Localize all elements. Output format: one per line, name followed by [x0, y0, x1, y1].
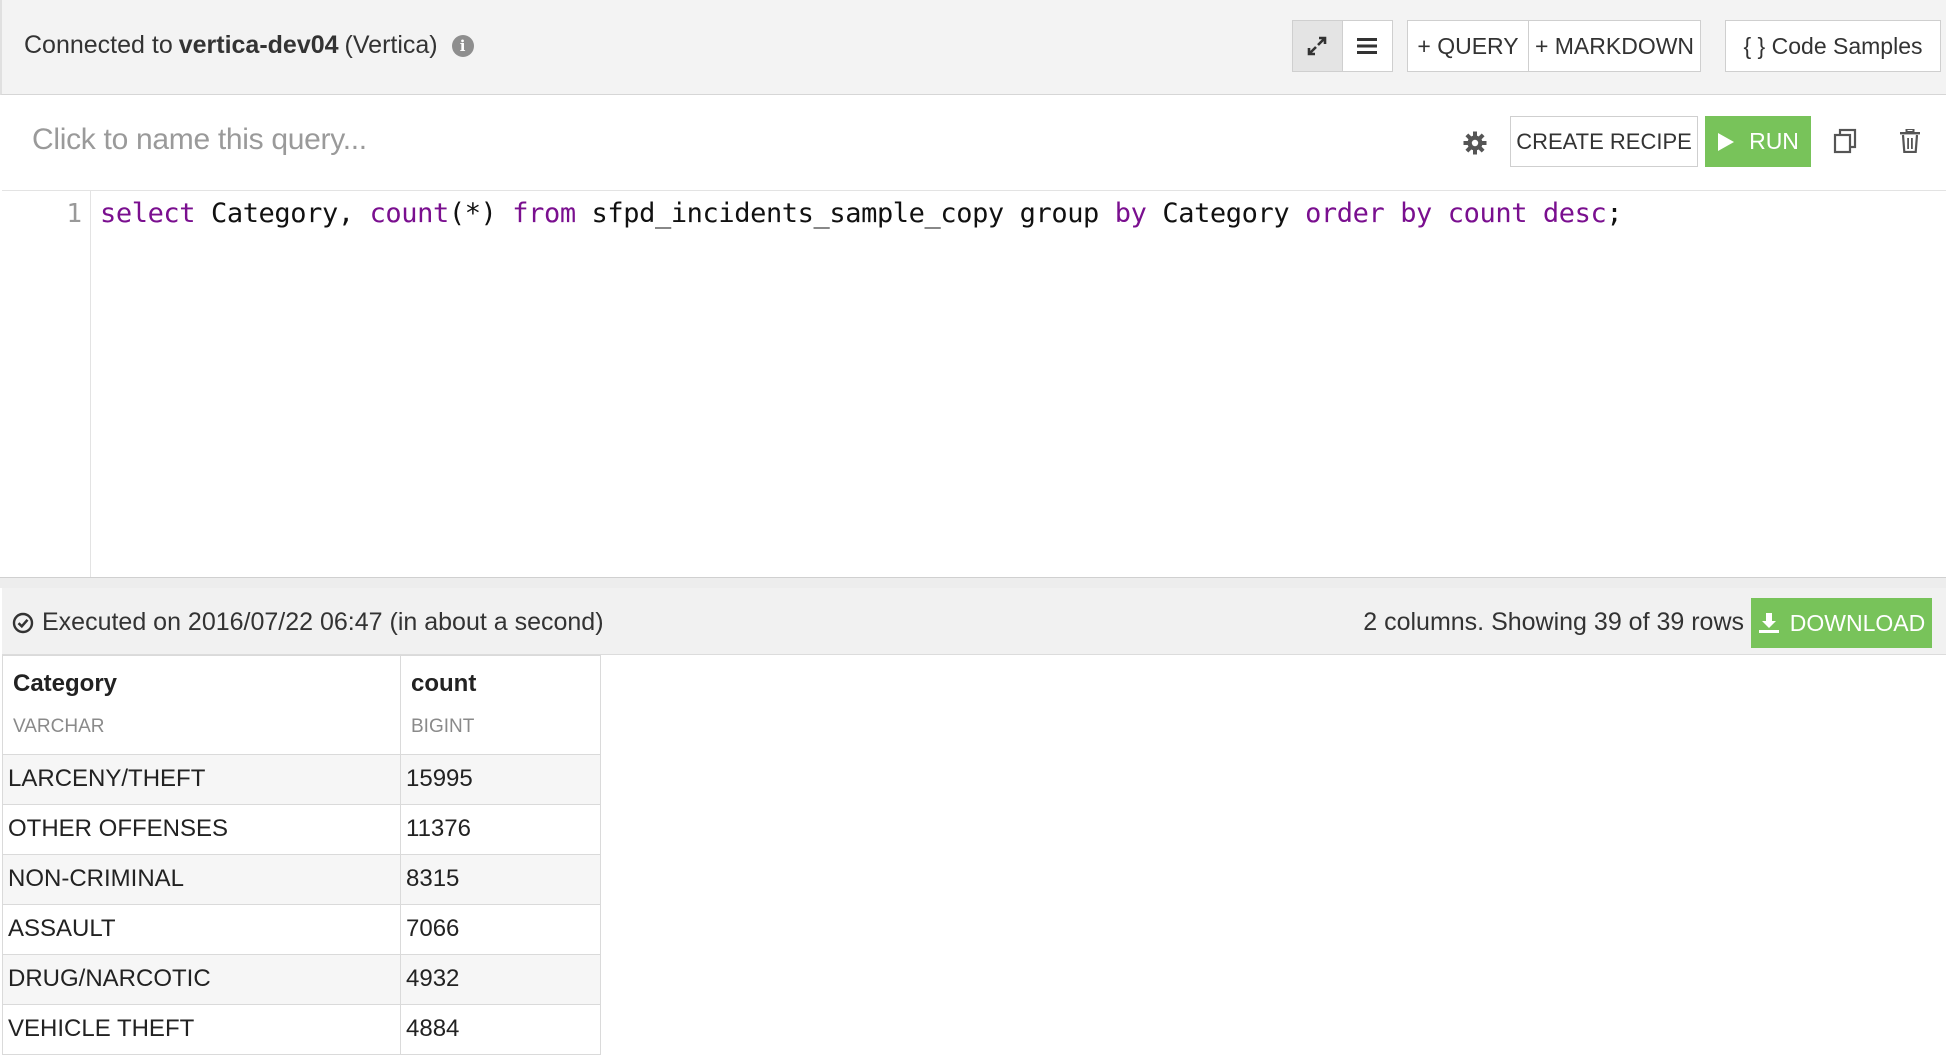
column-type: BIGINT — [411, 716, 475, 737]
table-cell: 11376 — [400, 804, 601, 855]
add-query-button[interactable]: + QUERY — [1407, 20, 1529, 72]
connection-engine: (Vertica) — [344, 31, 438, 59]
table-cell: 4884 — [400, 1004, 601, 1055]
add-markdown-button[interactable]: + MARKDOWN — [1528, 20, 1701, 72]
sql-keyword: order — [1305, 198, 1385, 229]
executed-text: Executed on 2016/07/22 06:47 (in about a… — [42, 608, 604, 636]
gear-icon[interactable] — [1460, 128, 1490, 158]
info-icon[interactable]: i — [451, 34, 474, 57]
table-row: NON-CRIMINAL 8315 — [2, 854, 601, 905]
connection-prefix: Connected to — [24, 31, 173, 59]
download-button[interactable]: DOWNLOAD — [1751, 598, 1932, 648]
sql-keyword: by — [1400, 198, 1432, 229]
table-cell: 4932 — [400, 954, 601, 1005]
query-name-placeholder[interactable]: Click to name this query... — [32, 123, 367, 157]
table-cell: NON-CRIMINAL — [2, 854, 401, 905]
code-samples-button[interactable]: { } Code Samples — [1725, 20, 1941, 72]
connection-host: vertica-dev04 — [178, 31, 339, 59]
check-circle-icon — [12, 612, 34, 633]
sql-keyword: count — [369, 198, 450, 229]
run-button[interactable]: RUN — [1705, 116, 1811, 167]
download-label: DOWNLOAD — [1789, 609, 1926, 636]
resize-divider[interactable] — [0, 577, 1946, 588]
trash-icon[interactable] — [1895, 125, 1925, 157]
column-header-count[interactable]: count BIGINT — [400, 655, 601, 755]
table-cell: 8315 — [400, 854, 601, 905]
table-cell: OTHER OFFENSES — [2, 804, 401, 855]
execution-status: Executed on 2016/07/22 06:47 (in about a… — [12, 608, 604, 637]
sql-editor[interactable]: 1 select Category, count(*) from sfpd_in… — [2, 190, 1946, 579]
table-cell: VEHICLE THEFT — [2, 1004, 401, 1055]
table-cell: 7066 — [400, 904, 601, 955]
sql-keyword: from — [512, 198, 576, 229]
sql-text: (*) — [448, 198, 513, 229]
column-type: VARCHAR — [13, 716, 105, 737]
line-gutter: 1 — [2, 191, 91, 579]
table-row: DRUG/NARCOTIC 4932 — [2, 954, 601, 1005]
code-line[interactable]: select Category, count(*) from sfpd_inci… — [100, 198, 1623, 229]
connection-bar: Connected to vertica-dev04 (Vertica) i +… — [0, 0, 1946, 95]
column-header-category[interactable]: Category VARCHAR — [2, 655, 401, 755]
sql-keyword: by — [1114, 198, 1147, 229]
run-label: RUN — [1749, 128, 1799, 154]
sql-text: Category, — [195, 198, 370, 229]
table-cell: LARCENY/THEFT — [2, 754, 401, 805]
sql-keyword: select — [100, 198, 196, 229]
create-recipe-button[interactable]: CREATE RECIPE — [1510, 116, 1698, 167]
table-row: OTHER OFFENSES 11376 — [2, 804, 601, 855]
sql-keyword: desc — [1542, 198, 1607, 229]
line-number: 1 — [66, 199, 82, 229]
table-row: LARCENY/THEFT 15995 — [2, 754, 601, 805]
sql-text: sfpd_incidents_sample_copy group — [575, 198, 1115, 229]
table-cell: DRUG/NARCOTIC — [2, 954, 401, 1005]
table-cell: ASSAULT — [2, 904, 401, 955]
list-icon[interactable] — [1343, 21, 1393, 71]
connection-info: Connected to vertica-dev04 (Vertica) i — [24, 31, 474, 60]
sql-text: Category — [1146, 198, 1306, 229]
result-summary: 2 columns. Showing 39 of 39 rows — [1363, 608, 1744, 636]
results-table: Category VARCHAR count BIGINT LARCENY/TH… — [2, 655, 601, 1055]
column-name: count — [411, 670, 477, 697]
table-row: ASSAULT 7066 — [2, 904, 601, 955]
sql-keyword: count — [1447, 198, 1528, 229]
view-toggle — [1292, 20, 1393, 72]
table-header-row: Category VARCHAR count BIGINT — [2, 655, 601, 755]
sql-text: ; — [1606, 198, 1623, 229]
play-icon — [1718, 132, 1735, 151]
table-cell: 15995 — [400, 754, 601, 805]
table-row: VEHICLE THEFT 4884 — [2, 1004, 601, 1055]
copy-icon[interactable] — [1830, 125, 1860, 157]
results-header: Executed on 2016/07/22 06:47 (in about a… — [2, 588, 1946, 655]
expand-icon[interactable] — [1293, 21, 1343, 71]
download-icon — [1758, 613, 1779, 633]
column-name: Category — [13, 670, 118, 697]
